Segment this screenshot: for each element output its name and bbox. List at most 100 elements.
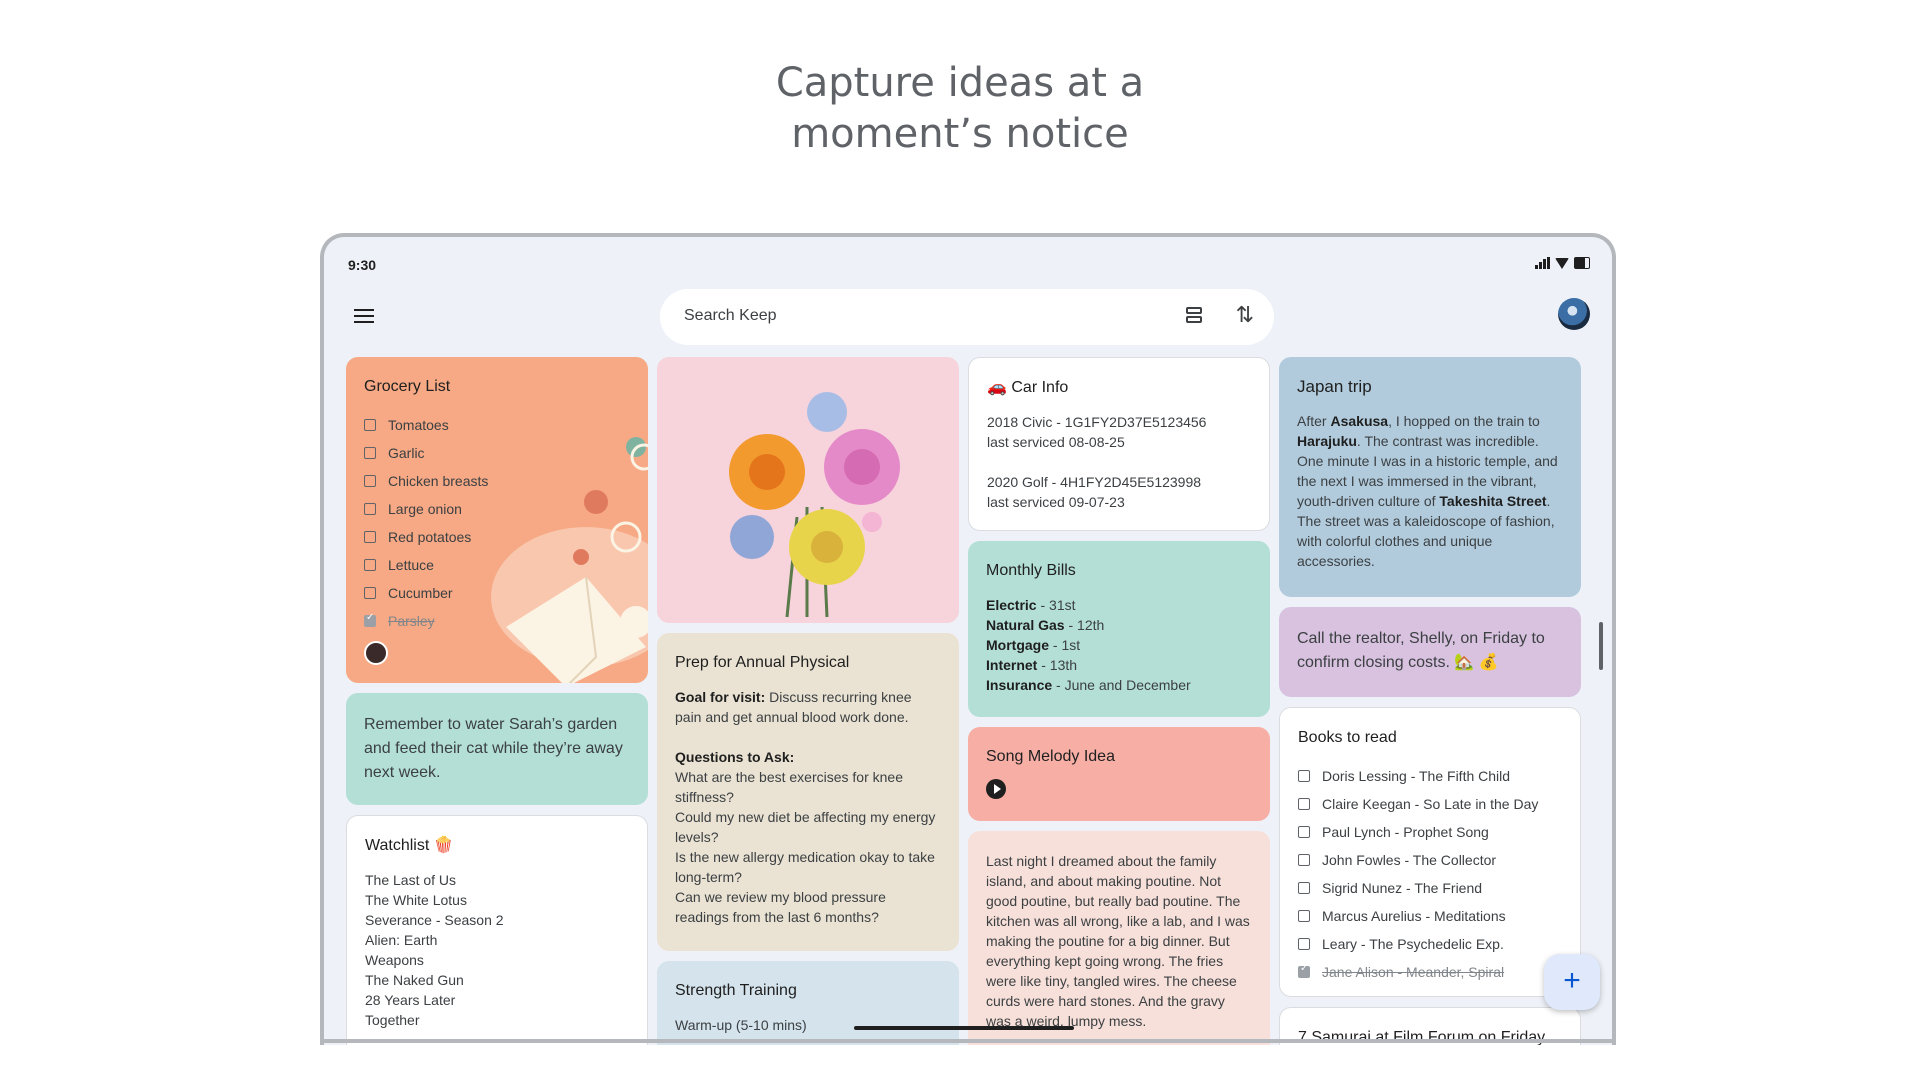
book-item[interactable]: Doris Lessing - The Fifth Child — [1298, 762, 1562, 790]
grocery-item[interactable]: Chicken breasts — [364, 467, 630, 495]
note-reminder[interactable]: Remember to water Sarah’s garden and fee… — [346, 693, 648, 805]
checkbox[interactable] — [1298, 826, 1310, 838]
checklist-item-label: Claire Keegan - So Late in the Day — [1322, 796, 1539, 812]
book-item[interactable]: Marcus Aurelius - Meditations — [1298, 902, 1562, 930]
search-input[interactable]: Search Keep — [684, 307, 777, 325]
question-item: Could my new diet be affecting my energy… — [675, 809, 936, 845]
grocery-item[interactable]: Garlic — [364, 439, 630, 467]
book-item[interactable]: Claire Keegan - So Late in the Day — [1298, 790, 1562, 818]
watchlist-item: The Naked Gun — [365, 972, 464, 988]
note-strength-training[interactable]: Strength Training Warm-up (5-10 mins) — [657, 961, 959, 1045]
grocery-title: Grocery List — [364, 378, 451, 395]
note-flowers-image[interactable] — [657, 357, 959, 623]
note-song-melody[interactable]: Song Melody Idea — [968, 727, 1270, 821]
checklist-item-label: Parsley — [388, 613, 435, 629]
note-japan-trip[interactable]: Japan trip After Asakusa, I hopped on th… — [1279, 357, 1581, 597]
grocery-item[interactable]: Red potatoes — [364, 523, 630, 551]
play-icon[interactable] — [986, 779, 1006, 799]
home-indicator — [854, 1026, 1074, 1030]
book-item[interactable]: Jane Alison - Meander, Spiral — [1298, 958, 1562, 986]
watchlist-item: Together — [365, 1012, 420, 1028]
japan-text: After Asakusa, I hopped on the train to … — [1297, 413, 1558, 569]
checkbox[interactable] — [364, 419, 376, 431]
note-car-info[interactable]: 🚗 Car Info 2018 Civic - 1G1FY2D37E512345… — [968, 357, 1270, 531]
book-item[interactable]: Paul Lynch - Prophet Song — [1298, 818, 1562, 846]
bill-item: Internet - 13th — [986, 657, 1078, 673]
car1-line2: last serviced 08-08-25 — [987, 434, 1125, 450]
realtor-text: Call the realtor, Shelly, on Friday to c… — [1297, 630, 1545, 671]
status-icons — [1535, 257, 1590, 269]
checked-checkbox[interactable] — [364, 612, 376, 627]
checklist-item-label: Paul Lynch - Prophet Song — [1322, 824, 1489, 840]
note-books-to-read[interactable]: Books to read Doris Lessing - The Fifth … — [1279, 707, 1581, 997]
questions-label: Questions to Ask: — [675, 749, 795, 765]
car2-line1: 2020 Golf - 4H1FY2D45E5123998 — [987, 474, 1202, 490]
grocery-item[interactable]: Cucumber — [364, 579, 630, 607]
bill-item: Mortgage - 1st — [986, 637, 1081, 653]
watchlist-item: Severance - Season 2 — [365, 912, 504, 928]
bills-list: Electric - 31st Natural Gas - 12th Mortgag… — [986, 595, 1252, 695]
checklist-item-label: Tomatoes — [388, 417, 449, 433]
book-item[interactable]: John Fowles - The Collector — [1298, 846, 1562, 874]
avatar[interactable] — [1558, 298, 1590, 330]
checkbox[interactable] — [1298, 882, 1310, 894]
note-grocery-list[interactable]: Grocery List Tomatoes Garlic Chicken breas… — [346, 357, 648, 683]
japan-title: Japan trip — [1297, 377, 1372, 396]
car-title: 🚗 Car Info — [987, 379, 1069, 396]
checkbox[interactable] — [1298, 938, 1310, 950]
checklist-item-label: Lettuce — [388, 557, 434, 573]
menu-icon[interactable] — [354, 305, 374, 327]
sort-icon[interactable]: ⇅ — [1236, 303, 1254, 328]
headline-line-2: moment’s notice — [791, 111, 1129, 157]
note-monthly-bills[interactable]: Monthly Bills Electric - 31st Natural Gas… — [968, 541, 1270, 717]
collaborator-avatar — [364, 641, 388, 665]
note-watchlist[interactable]: Watchlist 🍿 The Last of Us The White Lotu… — [346, 815, 648, 1045]
checkbox[interactable] — [364, 447, 376, 459]
watchlist-item: The Last of Us — [365, 872, 457, 888]
add-note-button[interactable]: + — [1544, 954, 1600, 1010]
search-bar[interactable]: Search Keep ⇅ — [660, 289, 1274, 345]
signal-icon — [1535, 257, 1550, 269]
checkbox[interactable] — [364, 587, 376, 599]
grocery-item[interactable]: Large onion — [364, 495, 630, 523]
question-item: What are the best exercises for knee sti… — [675, 769, 903, 805]
checkbox[interactable] — [364, 503, 376, 515]
bill-item: Natural Gas - 12th — [986, 617, 1105, 633]
watchlist-item: Alien: Earth — [365, 932, 438, 948]
checkbox[interactable] — [364, 559, 376, 571]
books-title: Books to read — [1298, 729, 1397, 746]
checkbox[interactable] — [364, 475, 376, 487]
checklist-item-label: Chicken breasts — [388, 473, 489, 489]
bill-item: Electric - 31st — [986, 597, 1076, 613]
question-item: Can we review my blood pressure readings… — [675, 889, 886, 925]
tablet-frame: 9:30 Search Keep ⇅ Grocery List Tomatoes… — [320, 233, 1616, 1045]
checklist-item-label: Leary - The Psychedelic Exp. — [1322, 936, 1504, 952]
checkbox[interactable] — [1298, 770, 1310, 782]
checkbox[interactable] — [1298, 910, 1310, 922]
reminder-text: Remember to water Sarah’s garden and fee… — [364, 716, 623, 781]
checkbox[interactable] — [1298, 798, 1310, 810]
checklist-item-label: Cucumber — [388, 585, 453, 601]
scrollbar[interactable] — [1599, 622, 1603, 670]
checklist-item-label: Jane Alison - Meander, Spiral — [1322, 964, 1505, 980]
plus-icon: + — [1563, 964, 1581, 997]
grocery-item[interactable]: Parsley — [364, 607, 630, 635]
note-dream[interactable]: Last night I dreamed about the family is… — [968, 831, 1270, 1045]
grocery-checklist: Tomatoes Garlic Chicken breasts Large onion… — [364, 411, 630, 635]
book-item[interactable]: Leary - The Psychedelic Exp. — [1298, 930, 1562, 958]
book-item[interactable]: Sigrid Nunez - The Friend — [1298, 874, 1562, 902]
checkbox[interactable] — [364, 531, 376, 543]
watchlist-item: The White Lotus — [365, 892, 467, 908]
note-realtor[interactable]: Call the realtor, Shelly, on Friday to c… — [1279, 607, 1581, 697]
strength-line: Warm-up (5-10 mins) — [675, 1017, 807, 1033]
status-time: 9:30 — [348, 257, 377, 273]
list-view-icon[interactable] — [1186, 307, 1204, 327]
car2-line2: last serviced 09-07-23 — [987, 494, 1125, 510]
note-annual-physical[interactable]: Prep for Annual Physical Goal for visit:… — [657, 633, 959, 951]
checked-checkbox[interactable] — [1298, 963, 1310, 978]
checklist-item-label: Large onion — [388, 501, 462, 517]
checkbox[interactable] — [1298, 854, 1310, 866]
grocery-item[interactable]: Tomatoes — [364, 411, 630, 439]
battery-icon — [1574, 257, 1590, 269]
grocery-item[interactable]: Lettuce — [364, 551, 630, 579]
